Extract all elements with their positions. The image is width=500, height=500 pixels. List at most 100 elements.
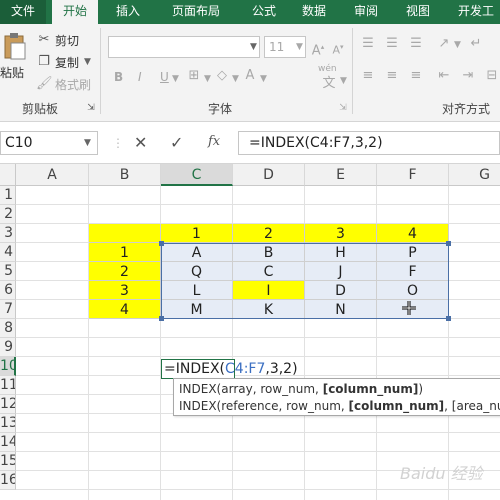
- tab-insert[interactable]: 插入: [108, 0, 148, 24]
- align-left-icon[interactable]: ≡: [360, 68, 376, 84]
- tab-review[interactable]: 审阅: [346, 0, 386, 24]
- cell-b3[interactable]: [89, 224, 161, 243]
- tooltip-signature-reference[interactable]: INDEX(reference, row_num, [column_num], …: [179, 399, 500, 413]
- sig1-bold: [column_num]: [322, 382, 419, 396]
- align-bottom-icon[interactable]: ☰: [408, 36, 424, 52]
- cancel-icon[interactable]: ✕: [134, 133, 147, 152]
- align-right-icon[interactable]: ≡: [408, 68, 424, 84]
- cell-d3[interactable]: 2: [233, 224, 305, 243]
- increase-font-icon[interactable]: A▴: [310, 39, 326, 59]
- cell-b4[interactable]: 1: [89, 243, 161, 262]
- sig1-prefix: INDEX(array, row_num,: [179, 382, 323, 396]
- tooltip-signature-array[interactable]: INDEX(array, row_num, [column_num]): [179, 382, 423, 396]
- row-header-16[interactable]: 16: [0, 471, 16, 490]
- row-header-9[interactable]: 9: [0, 338, 16, 357]
- row-header-5[interactable]: 5: [0, 262, 16, 281]
- wrap-text-icon[interactable]: ↵: [468, 36, 484, 52]
- tab-home[interactable]: 开始: [52, 0, 98, 24]
- tab-formulas[interactable]: 公式: [244, 0, 284, 24]
- tab-data[interactable]: 数据: [294, 0, 334, 24]
- select-all-corner[interactable]: [0, 164, 16, 186]
- font-name-dropdown-icon[interactable]: ▼: [250, 42, 257, 52]
- row-header-10[interactable]: 10: [0, 357, 16, 376]
- underline-dropdown-icon[interactable]: ▼: [172, 74, 179, 84]
- range-handle[interactable]: [159, 316, 164, 321]
- align-top-icon[interactable]: ☰: [360, 36, 376, 52]
- range-handle[interactable]: [446, 316, 451, 321]
- phonetic-dropdown-icon[interactable]: ▼: [340, 76, 347, 86]
- column-header-g[interactable]: G: [449, 164, 500, 186]
- copy-dropdown-icon[interactable]: ▼: [84, 57, 91, 67]
- format-painter-icon[interactable]: 🖌: [36, 76, 53, 92]
- column-header-a[interactable]: A: [16, 164, 89, 186]
- name-box-dropdown-icon[interactable]: ▼: [84, 138, 91, 148]
- phonetic-icon[interactable]: 文: [322, 76, 336, 92]
- column-header-f[interactable]: F: [377, 164, 449, 186]
- paste-button[interactable]: [2, 32, 28, 62]
- scissors-icon[interactable]: ✂: [36, 32, 52, 48]
- fill-dropdown-icon[interactable]: ▼: [232, 74, 239, 84]
- tab-developer[interactable]: 开发工: [452, 0, 500, 24]
- column-header-d[interactable]: D: [233, 164, 305, 186]
- row-header-7[interactable]: 7: [0, 300, 16, 319]
- font-size-dropdown-icon[interactable]: ▼: [296, 42, 303, 52]
- column-header-b[interactable]: B: [89, 164, 161, 186]
- font-launcher-icon[interactable]: ⇲: [338, 100, 348, 116]
- row-header-1[interactable]: 1: [0, 186, 16, 205]
- cell-e3[interactable]: 3: [305, 224, 377, 243]
- cell-b6[interactable]: 3: [89, 281, 161, 300]
- font-color-dropdown-icon[interactable]: ▼: [260, 74, 267, 84]
- italic-button[interactable]: I: [138, 70, 142, 84]
- orientation-dropdown-icon[interactable]: ▼: [454, 40, 461, 50]
- font-color-icon[interactable]: A: [242, 68, 258, 84]
- cell-b7[interactable]: 4: [89, 300, 161, 319]
- column-header-c[interactable]: C: [161, 164, 233, 186]
- row-header-14[interactable]: 14: [0, 433, 16, 452]
- decrease-font-icon[interactable]: A▾: [330, 39, 346, 59]
- align-center-icon[interactable]: ≡: [384, 68, 400, 84]
- row-header-12[interactable]: 12: [0, 395, 16, 414]
- underline-button[interactable]: U: [160, 70, 169, 84]
- merge-center-icon[interactable]: ⊟: [484, 68, 500, 84]
- launcher-icon[interactable]: ⇲: [86, 100, 96, 116]
- function-signature-tooltip[interactable]: INDEX(array, row_num, [column_num]) INDE…: [173, 378, 500, 416]
- orientation-icon[interactable]: ↗: [436, 36, 452, 52]
- enter-icon[interactable]: ✓: [170, 133, 183, 152]
- border-dropdown-icon[interactable]: ▼: [204, 74, 211, 84]
- row-header-4[interactable]: 4: [0, 243, 16, 262]
- cut-button[interactable]: 剪切: [55, 32, 79, 49]
- worksheet-grid[interactable]: A B C D E F G 1 2 3 4 5 6 7 8 9 10 11 12…: [0, 164, 500, 500]
- font-name-combo[interactable]: [108, 36, 260, 58]
- row-header-8[interactable]: 8: [0, 319, 16, 338]
- align-middle-icon[interactable]: ☰: [384, 36, 400, 52]
- tab-file[interactable]: 文件: [0, 0, 46, 24]
- tab-view[interactable]: 视图: [398, 0, 438, 24]
- group-divider: [100, 28, 101, 114]
- cell-f3[interactable]: 4: [377, 224, 449, 243]
- copy-button[interactable]: 复制: [55, 54, 79, 71]
- move-cursor-icon: [402, 301, 416, 315]
- cell-b5[interactable]: 2: [89, 262, 161, 281]
- range-handle[interactable]: [446, 241, 451, 246]
- column-header-e[interactable]: E: [305, 164, 377, 186]
- active-cell-c10[interactable]: =INDEX(C4:F7,3,2): [161, 359, 298, 379]
- insert-function-icon[interactable]: fx: [208, 134, 220, 149]
- fill-color-icon[interactable]: ◇: [214, 68, 230, 84]
- format-painter-button[interactable]: 格式刷: [55, 76, 91, 93]
- copy-icon[interactable]: ❐: [36, 54, 52, 70]
- row-header-11[interactable]: 11: [0, 376, 16, 395]
- increase-indent-icon[interactable]: ⇥: [460, 68, 476, 84]
- tab-page-layout[interactable]: 页面布局: [160, 0, 232, 24]
- border-icon[interactable]: ⊞: [186, 68, 202, 84]
- row-header-6[interactable]: 6: [0, 281, 16, 300]
- formula-input[interactable]: =INDEX(C4:F7,3,2): [238, 131, 500, 155]
- bold-button[interactable]: B: [114, 70, 123, 84]
- range-handle[interactable]: [159, 241, 164, 246]
- row-header-3[interactable]: 3: [0, 224, 16, 243]
- row-header-2[interactable]: 2: [0, 205, 16, 224]
- row-header-13[interactable]: 13: [0, 414, 16, 433]
- cell-c3[interactable]: 1: [161, 224, 233, 243]
- row-header-15[interactable]: 15: [0, 452, 16, 471]
- formula-range-ref: C4:F7: [225, 361, 266, 377]
- decrease-indent-icon[interactable]: ⇤: [436, 68, 452, 84]
